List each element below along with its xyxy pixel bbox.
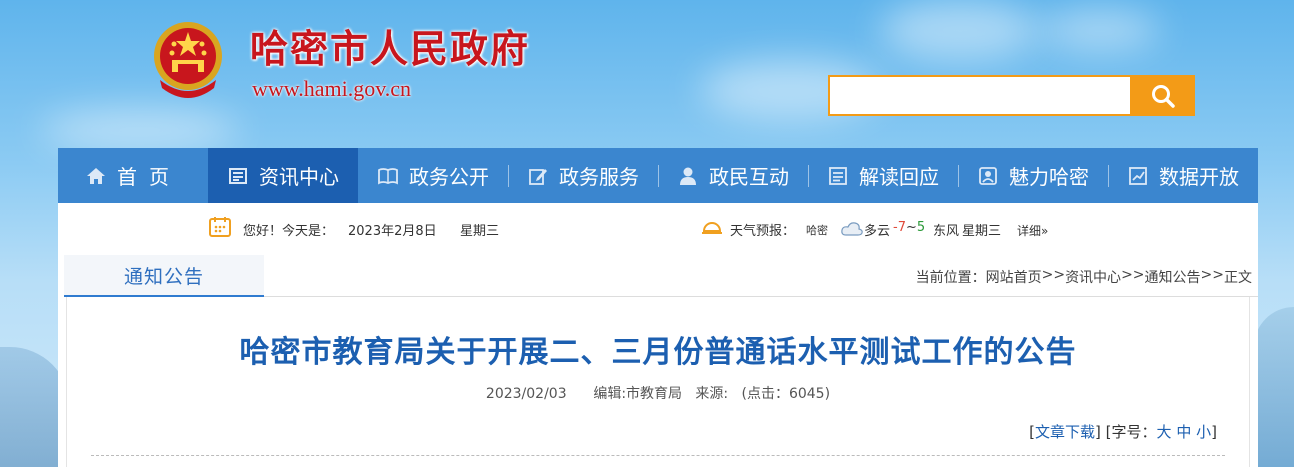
font-size-medium[interactable]: 中	[1176, 423, 1191, 441]
article-source: 来源:	[695, 386, 729, 402]
nav-item-interaction[interactable]: 政民互动	[658, 148, 808, 203]
nav-item-government-affairs[interactable]: 政务公开	[358, 148, 508, 203]
nav-item-government-services[interactable]: 政务服务	[508, 148, 658, 203]
edit-icon	[527, 165, 549, 187]
article-meta: 2023/02/03 编辑:市教育局 来源: (点击：6045)	[67, 383, 1249, 403]
temp-high: 5	[916, 220, 926, 235]
breadcrumb-current: 正文	[1224, 270, 1252, 286]
section-tab-bar: 通知公告 当前位置： 网站首页 >> 资讯中心 >> 通知公告 >> 正文	[64, 255, 1258, 297]
breadcrumb: 当前位置： 网站首页 >> 资讯中心 >> 通知公告 >> 正文	[916, 267, 1252, 287]
nav-item-news-center[interactable]: 资讯中心	[208, 148, 358, 203]
nav-label: 政务服务	[559, 165, 639, 189]
site-title: 哈密市人民政府	[250, 26, 531, 71]
article-divider	[91, 455, 1225, 456]
temp-low: -7	[893, 220, 906, 235]
weather-temperature: -7~5	[893, 220, 925, 235]
calendar-icon	[208, 216, 232, 242]
weather-condition: 多云	[864, 224, 891, 239]
weather-weekday: 星期三	[962, 224, 1002, 239]
breadcrumb-separator: >>	[1041, 267, 1066, 283]
nav-label: 资讯中心	[259, 165, 339, 189]
home-icon	[85, 165, 107, 187]
info-bar: 您好！今天是： 2023年2月8日 星期三 天气预报： 哈密 多云 -7~5 东…	[58, 203, 1258, 253]
weather-city: 哈密	[806, 224, 828, 237]
breadcrumb-separator: >>	[1121, 267, 1145, 283]
photo-icon	[977, 165, 999, 187]
user-icon	[677, 165, 699, 187]
font-size-label: 字号：	[1111, 423, 1157, 441]
document-icon	[827, 165, 849, 187]
breadcrumb-notices[interactable]: 通知公告	[1145, 267, 1201, 287]
nav-item-interpretation[interactable]: 解读回应	[808, 148, 958, 203]
nav-item-open-data[interactable]: 数据开放	[1108, 148, 1258, 203]
cloudy-icon	[840, 219, 864, 241]
nav-label: 政务公开	[409, 165, 489, 189]
national-emblem-logo	[148, 18, 228, 102]
book-icon	[377, 165, 399, 187]
weather-detail-link[interactable]: 详细»	[1017, 222, 1048, 239]
article-date: 2023/02/03	[485, 386, 567, 402]
article-download-link[interactable]: 文章下载	[1035, 423, 1095, 441]
article-hits-label: (点击：	[741, 386, 789, 402]
news-icon	[227, 165, 249, 187]
article-title: 哈密市教育局关于开展二、三月份普通话水平测试工作的公告	[239, 335, 1077, 370]
search-icon	[1151, 84, 1175, 108]
nav-label: 数据开放	[1159, 165, 1239, 189]
article: 哈密市教育局关于开展二、三月份普通话水平测试工作的公告 2023/02/03 编…	[66, 297, 1250, 467]
tab-notices[interactable]: 通知公告	[64, 255, 264, 297]
breadcrumb-separator: >>	[1200, 267, 1224, 283]
temp-separator: ~	[905, 220, 917, 235]
search-box	[828, 75, 1195, 116]
greeting-text: 您好！今天是：	[243, 224, 335, 239]
article-hits: 6045	[788, 386, 825, 402]
chart-icon	[1127, 165, 1149, 187]
background-hills-right	[1254, 307, 1294, 467]
weather-wind: 东风	[933, 224, 960, 239]
weather-sun-icon	[700, 216, 724, 242]
nav-item-home[interactable]: 首页	[58, 148, 208, 203]
main-nav: 首页 资讯中心 政务公开 政务服务 政民互动 解读回应 魅力哈密 数据开放	[58, 148, 1258, 203]
nav-label: 首页	[117, 165, 181, 189]
nav-label: 政民互动	[709, 165, 789, 189]
site-url[interactable]: www.hami.gov.cn	[252, 76, 411, 102]
today-weekday: 星期三	[460, 224, 500, 239]
nav-label: 解读回应	[859, 165, 939, 189]
article-hits-close: )	[824, 386, 831, 402]
breadcrumb-home[interactable]: 网站首页	[986, 267, 1042, 287]
search-button[interactable]	[1130, 75, 1195, 116]
weather-label: 天气预报：	[730, 224, 796, 239]
today-date: 2023年2月8日	[348, 224, 437, 239]
breadcrumb-prefix: 当前位置：	[915, 270, 986, 286]
search-input[interactable]	[828, 75, 1130, 116]
article-tools: [文章下载] [字号：大 中 小]	[1029, 423, 1217, 441]
font-size-small[interactable]: 小	[1196, 423, 1211, 441]
font-size-large[interactable]: 大	[1157, 423, 1172, 441]
content-panel: 您好！今天是： 2023年2月8日 星期三 天气预报： 哈密 多云 -7~5 东…	[58, 203, 1258, 467]
breadcrumb-news-center[interactable]: 资讯中心	[1065, 267, 1121, 287]
nav-item-charm-hami[interactable]: 魅力哈密	[958, 148, 1108, 203]
article-editor: 编辑:市教育局	[593, 386, 683, 402]
nav-label: 魅力哈密	[1009, 165, 1089, 189]
